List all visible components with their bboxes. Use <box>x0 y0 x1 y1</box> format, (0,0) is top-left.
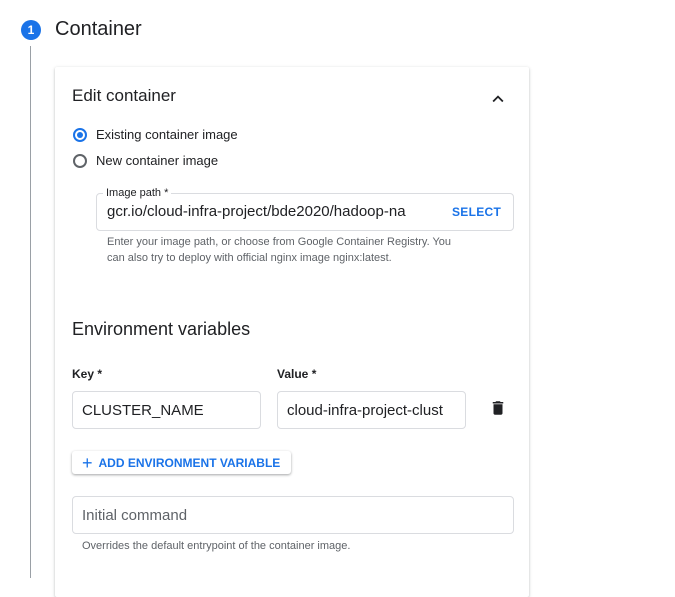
card-title: Edit container <box>72 86 176 105</box>
image-path-label: Image path * <box>103 187 172 199</box>
image-path-help-line2: can also try to deploy with official ngi… <box>107 252 392 264</box>
plus-icon: + <box>82 452 93 473</box>
radio-new-image[interactable] <box>73 154 87 168</box>
initial-command-placeholder[interactable]: Initial command <box>82 507 187 524</box>
select-image-button[interactable]: SELECT <box>452 205 501 219</box>
radio-new-label: New container image <box>96 153 219 168</box>
step-connector-line <box>30 46 31 578</box>
image-path-help-line1: Enter your image path, or choose from Go… <box>107 236 452 248</box>
trash-icon[interactable] <box>489 399 507 417</box>
chevron-up-icon[interactable] <box>487 88 509 110</box>
env-section-title: Environment variables <box>72 319 251 339</box>
env-value-input[interactable]: cloud-infra-project-clust <box>287 402 459 419</box>
radio-existing-label: Existing container image <box>96 127 238 142</box>
add-env-variable-button[interactable]: + ADD ENVIRONMENT VARIABLE <box>72 451 291 474</box>
step-title: Container <box>55 18 142 40</box>
env-key-label: Key * <box>72 367 103 381</box>
image-path-input[interactable]: gcr.io/cloud-infra-project/bde2020/hadoo… <box>107 203 437 220</box>
add-env-variable-label: ADD ENVIRONMENT VARIABLE <box>98 455 281 470</box>
env-value-label: Value * <box>277 367 317 381</box>
initial-command-help: Overrides the default entrypoint of the … <box>82 540 351 552</box>
step-number-badge: 1 <box>21 20 41 40</box>
env-key-input[interactable]: CLUSTER_NAME <box>82 402 252 419</box>
radio-existing-image[interactable] <box>73 128 87 142</box>
